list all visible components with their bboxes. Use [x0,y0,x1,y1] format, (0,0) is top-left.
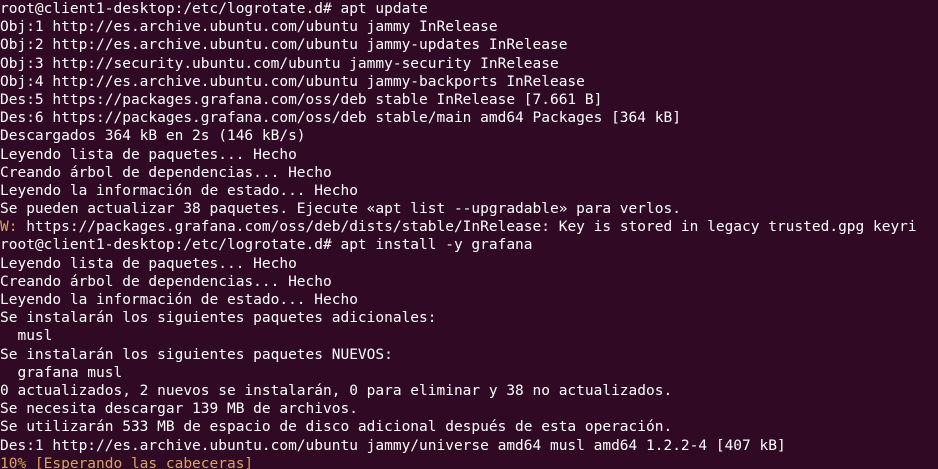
line-text: https://packages.grafana.com/oss/deb/dis… [17,219,917,236]
line-text: Creando árbol de dependencias... Hecho [0,164,332,181]
terminal-line: Se instalarán los siguientes paquetes NU… [0,346,938,364]
terminal-line: root@client1-desktop:/etc/logrotate.d# a… [0,0,938,18]
line-text: Se instalarán los siguientes paquetes NU… [0,346,393,363]
terminal-line: Leyendo la información de estado... Hech… [0,182,938,200]
terminal-line: Obj:1 http://es.archive.ubuntu.com/ubunt… [0,18,938,36]
terminal-line: Creando árbol de dependencias... Hecho [0,273,938,291]
terminal-line: Obj:4 http://es.archive.ubuntu.com/ubunt… [0,73,938,91]
terminal-line: Se necesita descargar 139 MB de archivos… [0,400,938,418]
terminal-line: root@client1-desktop:/etc/logrotate.d# a… [0,236,938,254]
download-progress-line: 10% [Esperando las cabeceras] [0,455,938,469]
terminal-line: Leyendo lista de paquetes... Hecho [0,146,938,164]
terminal-line: Des:5 https://packages.grafana.com/oss/d… [0,91,938,109]
terminal-output[interactable]: root@client1-desktop:/etc/logrotate.d# a… [0,0,938,469]
line-text: Obj:4 http://es.archive.ubuntu.com/ubunt… [0,73,585,90]
terminal-line: Des:6 https://packages.grafana.com/oss/d… [0,109,938,127]
line-text: Se utilizarán 533 MB de espacio de disco… [0,419,673,436]
line-text: Obj:2 http://es.archive.ubuntu.com/ubunt… [0,37,568,54]
line-text: Se pueden actualizar 38 paquetes. Ejecut… [0,201,681,218]
line-text: root@client1-desktop:/etc/logrotate.d# a… [0,237,533,254]
line-text: Des:6 https://packages.grafana.com/oss/d… [0,110,681,127]
progress-text: 10% [Esperando las cabeceras] [0,455,254,469]
line-text: Creando árbol de dependencias... Hecho [0,273,332,290]
warning-prefix: W: [0,219,18,236]
line-text: grafana musl [0,364,123,381]
terminal-line: grafana musl [0,364,938,382]
terminal-line: Creando árbol de dependencias... Hecho [0,164,938,182]
line-text: Descargados 364 kB en 2s (146 kB/s) [0,128,306,145]
terminal-line: Obj:2 http://es.archive.ubuntu.com/ubunt… [0,36,938,54]
terminal-warning-line: W: https://packages.grafana.com/oss/deb/… [0,218,938,236]
line-text: Leyendo lista de paquetes... Hecho [0,146,297,163]
terminal-line: 0 actualizados, 2 nuevos se instalarán, … [0,382,938,400]
line-text: Se necesita descargar 139 MB de archivos… [0,401,358,418]
line-text: Des:5 https://packages.grafana.com/oss/d… [0,91,603,108]
line-text: Leyendo la información de estado... Hech… [0,182,358,199]
terminal-line: Se utilizarán 533 MB de espacio de disco… [0,418,938,436]
terminal-line: Leyendo la información de estado... Hech… [0,291,938,309]
line-text: musl [0,328,53,345]
line-text: Leyendo lista de paquetes... Hecho [0,255,297,272]
terminal-line: Descargados 364 kB en 2s (146 kB/s) [0,127,938,145]
line-text: Obj:1 http://es.archive.ubuntu.com/ubunt… [0,19,498,36]
line-text: Obj:3 http://security.ubuntu.com/ubuntu … [0,55,559,72]
line-text: 0 actualizados, 2 nuevos se instalarán, … [0,382,673,399]
terminal-line: Leyendo lista de paquetes... Hecho [0,255,938,273]
line-text: root@client1-desktop:/etc/logrotate.d# a… [0,1,428,17]
line-text: Se instalarán los siguientes paquetes ad… [0,310,437,327]
terminal-line: Obj:3 http://security.ubuntu.com/ubuntu … [0,55,938,73]
line-text: Des:1 http://es.archive.ubuntu.com/ubunt… [0,437,786,454]
terminal-line: Se instalarán los siguientes paquetes ad… [0,309,938,327]
line-text: Leyendo la información de estado... Hech… [0,292,358,308]
terminal-line: Se pueden actualizar 38 paquetes. Ejecut… [0,200,938,218]
terminal-line: musl [0,327,938,345]
terminal-line: Des:1 http://es.archive.ubuntu.com/ubunt… [0,437,938,455]
